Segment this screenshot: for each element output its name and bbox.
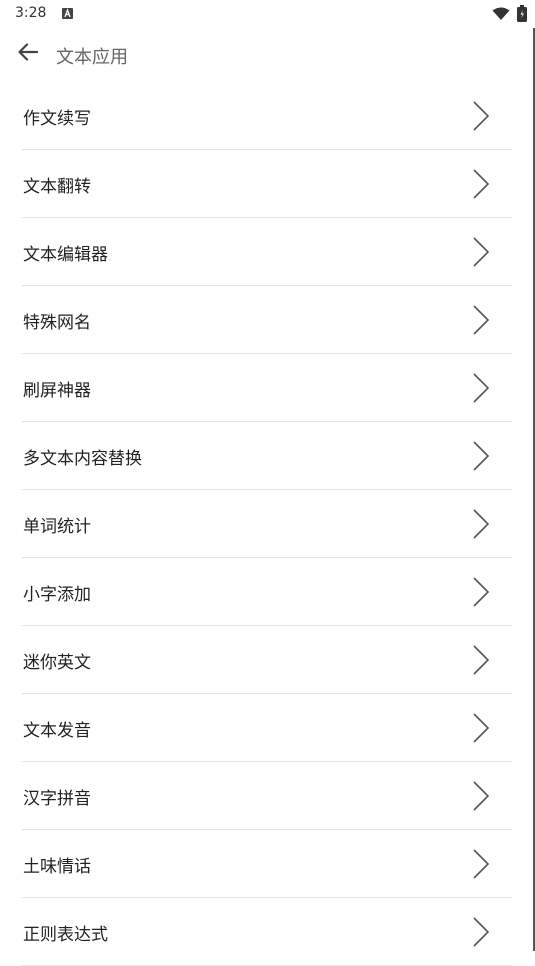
list-item[interactable]: 迷你英文 xyxy=(22,626,512,694)
list-item[interactable]: 特殊网名 xyxy=(22,286,512,354)
chevron-right-icon xyxy=(472,508,490,544)
list-item[interactable]: 文本编辑器 xyxy=(22,218,512,286)
page-title: 文本应用 xyxy=(56,47,128,68)
battery-icon xyxy=(517,5,527,26)
list-item-label: 迷你英文 xyxy=(23,653,91,673)
list-item-label: 特殊网名 xyxy=(23,313,91,333)
list-item[interactable]: 单词统计 xyxy=(22,490,512,558)
status-time: 3:28 xyxy=(15,5,47,21)
app-list: 作文续写 文本翻转 文本编辑器 特殊网名 刷屏神器 多文本内容替换 单词统计 小… xyxy=(22,82,512,966)
chevron-right-icon xyxy=(472,304,490,340)
list-item[interactable]: 汉字拼音 xyxy=(22,762,512,830)
chevron-right-icon xyxy=(472,100,490,136)
chevron-right-icon xyxy=(472,848,490,884)
a-notification-icon xyxy=(62,8,73,19)
list-item[interactable]: 多文本内容替换 xyxy=(22,422,512,490)
chevron-right-icon xyxy=(472,168,490,204)
list-item-label: 文本编辑器 xyxy=(23,245,108,265)
list-item-label: 小字添加 xyxy=(23,585,91,605)
list-item[interactable]: 文本发音 xyxy=(22,694,512,762)
chevron-right-icon xyxy=(472,236,490,272)
list-item-label: 单词统计 xyxy=(23,517,91,537)
chevron-right-icon xyxy=(472,780,490,816)
list-item[interactable]: 小字添加 xyxy=(22,558,512,626)
list-item[interactable]: 土味情话 xyxy=(22,830,512,898)
list-item-label: 刷屏神器 xyxy=(23,381,91,401)
list-item-label: 多文本内容替换 xyxy=(23,449,142,469)
list-item-label: 正则表达式 xyxy=(23,925,108,945)
chevron-right-icon xyxy=(472,916,490,952)
list-item[interactable]: 正则表达式 xyxy=(22,898,512,966)
status-bar: 3:28 xyxy=(0,0,535,28)
chevron-right-icon xyxy=(472,712,490,748)
list-item-label: 文本发音 xyxy=(23,721,91,741)
app-bar: 文本应用 xyxy=(0,28,535,80)
arrow-left-icon xyxy=(16,40,40,68)
list-item[interactable]: 作文续写 xyxy=(22,82,512,150)
list-item-label: 汉字拼音 xyxy=(23,789,91,809)
list-item-label: 文本翻转 xyxy=(23,177,91,197)
chevron-right-icon xyxy=(472,576,490,612)
list-item[interactable]: 文本翻转 xyxy=(22,150,512,218)
wifi-icon xyxy=(492,6,510,25)
list-item-label: 作文续写 xyxy=(23,109,91,129)
list-item[interactable]: 刷屏神器 xyxy=(22,354,512,422)
chevron-right-icon xyxy=(472,644,490,680)
chevron-right-icon xyxy=(472,440,490,476)
chevron-right-icon xyxy=(472,372,490,408)
list-item-label: 土味情话 xyxy=(23,857,91,877)
back-button[interactable] xyxy=(12,38,44,70)
